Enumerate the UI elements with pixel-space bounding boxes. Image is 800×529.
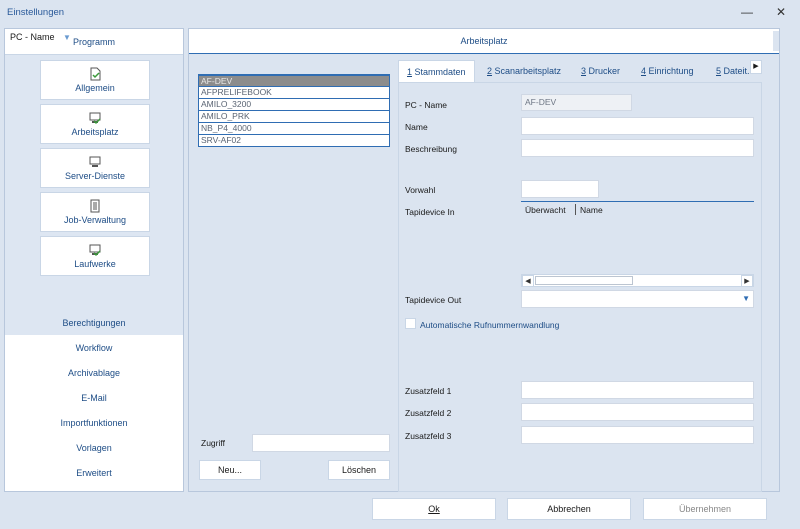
nav-tile-arbeitsplatz[interactable]: Arbeitsplatz — [40, 104, 150, 144]
sort-down-icon: ▼ — [63, 33, 71, 42]
nav-link-berechtigungen[interactable]: Berechtigungen — [5, 313, 183, 333]
tab-stammdaten[interactable]: 1 Stammdaten — [398, 60, 475, 83]
pc-name-field: AF-DEV — [521, 94, 632, 111]
zugriff-label: Zugriff — [201, 438, 225, 448]
nav-link-email[interactable]: E-Mail — [5, 388, 183, 408]
tab-scanarbeitsplatz[interactable]: 2 Scanarbeitsplatz — [479, 60, 569, 82]
nav-tile-label: Job-Verwaltung — [63, 215, 127, 225]
tapi-col-name[interactable]: Name — [580, 205, 603, 215]
apply-button[interactable]: Übernehmen — [643, 498, 767, 520]
auto-rufnummer-label[interactable]: Automatische Rufnummernwandlung — [420, 320, 559, 330]
nav-tile-label: Laufwerke — [74, 259, 116, 269]
column-divider — [575, 204, 576, 215]
tab-dateitypen[interactable]: 5 Dateit... — [708, 60, 750, 82]
tab-drucker[interactable]: 3 Drucker — [573, 60, 628, 82]
tab-scroll-right-icon[interactable]: ▶ — [750, 60, 762, 74]
chevron-down-icon: ▼ — [742, 294, 750, 303]
ok-button[interactable]: Ok — [372, 498, 496, 520]
minimize-button[interactable]: — — [736, 3, 758, 21]
beschreibung-label: Beschreibung — [405, 144, 457, 154]
tapi-col-ueberwacht[interactable]: Überwacht — [525, 205, 566, 215]
zusatzfeld2-field[interactable] — [521, 403, 754, 421]
pc-list-row[interactable]: AF-DEV — [198, 75, 390, 87]
pc-list-row[interactable]: AMILO_PRK — [198, 111, 390, 123]
nav-link-workflow[interactable]: Workflow — [5, 338, 183, 358]
tab-label: Dateit... — [723, 66, 750, 76]
beschreibung-field[interactable] — [521, 139, 754, 157]
nav-tile-label: Allgemein — [75, 83, 115, 93]
horizontal-scrollbar[interactable]: ◀ ▶ — [521, 274, 754, 287]
tapidevice-out-select[interactable]: ▼ — [521, 290, 754, 308]
cancel-button[interactable]: Abbrechen — [507, 498, 631, 520]
nav-tile-job-verwaltung[interactable]: Job-Verwaltung — [40, 192, 150, 232]
tab-label: Stammdaten — [412, 67, 466, 77]
scrollbar-thumb[interactable] — [535, 276, 633, 285]
zusatzfeld1-label: Zusatzfeld 1 — [405, 386, 452, 396]
tab-label: Einrichtung — [646, 66, 694, 76]
settings-nav: Programm Allgemein Arbeitsplatz Server-D… — [4, 28, 184, 492]
document-list-icon — [90, 199, 100, 213]
new-button[interactable]: Neu... — [199, 460, 261, 480]
title-bar: Einstellungen — ✕ — [0, 0, 800, 26]
zusatzfeld3-field[interactable] — [521, 426, 754, 444]
pc-list: AF-DEV AFPRELIFEBOOK AMILO_3200 AMILO_PR… — [198, 75, 390, 147]
zusatzfeld2-label: Zusatzfeld 2 — [405, 408, 452, 418]
zusatzfeld3-label: Zusatzfeld 3 — [405, 431, 452, 441]
pc-list-row[interactable]: NB_P4_4000 — [198, 123, 390, 135]
close-button[interactable]: ✕ — [770, 3, 792, 21]
document-check-icon — [90, 67, 101, 81]
pc-name-label: PC - Name — [405, 100, 448, 110]
nav-link-importfunktionen[interactable]: Importfunktionen — [5, 413, 183, 433]
panel-title: Arbeitsplatz — [189, 29, 779, 54]
nav-link-vorlagen[interactable]: Vorlagen — [5, 438, 183, 458]
tapidevice-in-label: Tapidevice In — [405, 207, 455, 217]
zusatzfeld1-field[interactable] — [521, 381, 754, 399]
auto-rufnummer-checkbox[interactable] — [405, 318, 416, 329]
monitor-icon — [89, 156, 101, 167]
pc-list-row[interactable]: AMILO_3200 — [198, 99, 390, 111]
tab-einrichtung[interactable]: 4 Einrichtung — [633, 60, 702, 82]
pc-list-row[interactable]: SRV-AF02 — [198, 135, 390, 147]
pc-list-row[interactable]: AFPRELIFEBOOK — [198, 87, 390, 99]
scroll-left-icon[interactable]: ◀ — [522, 275, 534, 287]
nav-link-archivablage[interactable]: Archivablage — [5, 363, 183, 383]
nav-tile-label: Arbeitsplatz — [71, 127, 119, 137]
vorwahl-field[interactable] — [521, 180, 599, 198]
delete-button[interactable]: Löschen — [328, 460, 390, 480]
nav-link-erweitert[interactable]: Erweitert — [5, 463, 183, 483]
vorwahl-label: Vorwahl — [405, 185, 436, 195]
pc-name-column-label: PC - Name — [10, 32, 55, 42]
tapidevice-out-label: Tapidevice Out — [405, 295, 462, 305]
header-scroll-edge — [773, 31, 779, 51]
nav-tile-allgemein[interactable]: Allgemein — [40, 60, 150, 100]
nav-tile-laufwerke[interactable]: Laufwerke — [40, 236, 150, 276]
computer-check-icon — [89, 112, 101, 125]
scroll-right-icon[interactable]: ▶ — [741, 275, 753, 287]
tab-label: Scanarbeitsplatz — [492, 66, 562, 76]
nav-tile-server-dienste[interactable]: Server-Dienste — [40, 148, 150, 188]
name-label: Name — [405, 122, 428, 132]
tab-label: Drucker — [586, 66, 621, 76]
pc-name-column-header[interactable]: PC - Name ▼ — [10, 32, 202, 46]
nav-tile-label: Server-Dienste — [64, 171, 126, 181]
window-title: Einstellungen — [7, 7, 65, 18]
ok-label: Ok — [428, 504, 440, 514]
zugriff-field[interactable] — [252, 434, 390, 452]
nav-tiles-area: Allgemein Arbeitsplatz Server-Dienste Jo… — [5, 55, 183, 335]
name-field[interactable] — [521, 117, 754, 135]
computer-check-icon — [89, 244, 101, 257]
